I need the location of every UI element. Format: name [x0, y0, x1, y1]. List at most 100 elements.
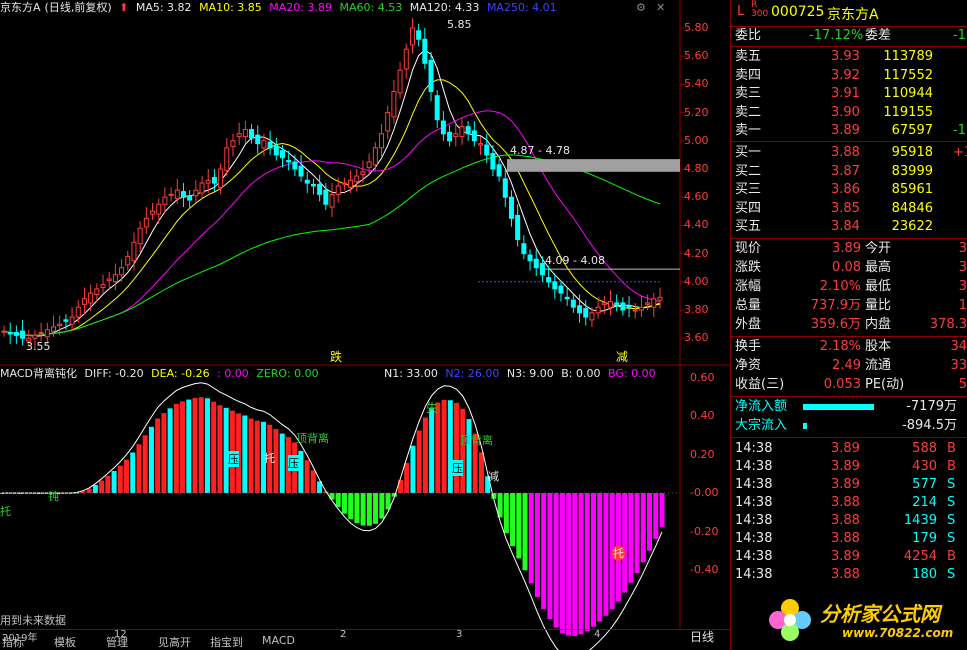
- candle-body: [38, 332, 44, 335]
- macd-tick: -0.40: [690, 563, 719, 576]
- book-row[interactable]: 买二 3.87 83999: [731, 163, 967, 181]
- tick-volume: 180: [912, 567, 937, 582]
- book-row[interactable]: 卖五 3.93 113789: [731, 48, 967, 66]
- candle-body: [162, 196, 168, 205]
- book-label: 买三: [735, 182, 762, 198]
- die-label: 跌: [330, 350, 343, 364]
- candle-body: [577, 305, 583, 314]
- tick-side: S: [947, 477, 956, 492]
- stock-code: 000725: [771, 4, 825, 20]
- candle-body: [416, 30, 422, 40]
- future-data-note: 用到未来数据: [0, 614, 66, 627]
- candle-body: [298, 165, 304, 177]
- stat-value: 3.89: [832, 241, 861, 256]
- macd-label-ya3: 压: [452, 460, 463, 476]
- macd-bar: [105, 475, 111, 493]
- tick-time: 14:38: [735, 441, 773, 456]
- candle-body: [180, 191, 186, 198]
- candle-body: [508, 196, 514, 219]
- book-row[interactable]: 卖四 3.92 117552: [731, 67, 967, 85]
- candle-body: [546, 277, 552, 283]
- trading-window: 京东方A (日线,前复权) ⬆ MA5: 3.82 MA10: 3.85 MA20…: [0, 0, 967, 650]
- book-row[interactable]: 买一 3.88 95918 +1: [731, 144, 967, 162]
- macd-bar: [647, 493, 653, 551]
- book-price: 3.85: [831, 200, 860, 216]
- flow-row: 大宗流入 -894.5万: [731, 417, 967, 435]
- macd-tick: 0.20: [690, 447, 715, 461]
- macd-label-ya1: 压: [228, 451, 239, 467]
- tick-price: 3.89: [831, 477, 860, 492]
- settings-icon[interactable]: ⚙: [636, 1, 648, 14]
- book-row[interactable]: 卖一 3.89 67597 -1: [731, 122, 967, 140]
- candle-body: [428, 59, 434, 92]
- macd-bar: [161, 413, 167, 493]
- candle-body: [533, 258, 539, 269]
- tick-side: S: [947, 513, 956, 528]
- macd-bar: [155, 418, 161, 493]
- candle-body: [156, 203, 162, 215]
- macd-bar: [572, 493, 578, 636]
- tick-price: 3.88: [831, 567, 860, 582]
- arrow-up-icon[interactable]: ⬆: [119, 1, 128, 14]
- candle-body: [143, 217, 149, 228]
- candle-body: [218, 168, 224, 188]
- stat-label: 内盘: [865, 317, 892, 332]
- bottom-tab[interactable]: 见高开: [158, 634, 191, 650]
- macd-tick: -0.20: [690, 524, 719, 538]
- separator: [731, 437, 967, 438]
- macd-bar: [597, 493, 603, 622]
- book-row[interactable]: 卖三 3.91 110944: [731, 85, 967, 103]
- bottom-tab[interactable]: MACD: [262, 634, 295, 647]
- r-icon[interactable]: R 300: [751, 1, 768, 19]
- candle-body: [304, 179, 310, 184]
- candle-body: [255, 134, 261, 145]
- candle-body: [341, 182, 347, 185]
- tick-time: 14:38: [735, 549, 773, 564]
- stat-label: 涨跌: [735, 260, 762, 275]
- candle-body: [539, 262, 545, 276]
- book-label: 卖五: [735, 49, 762, 64]
- tick-side: S: [947, 531, 956, 546]
- stat-row: 净资 2.49 流通 33: [731, 357, 967, 375]
- stat-row: 涨幅 2.10% 最低 3: [731, 278, 967, 296]
- candle-body: [292, 161, 298, 170]
- macd-bar: [298, 450, 304, 493]
- macd-dea: DEA: -0.26: [151, 367, 210, 380]
- price-tick: 4.60: [684, 190, 709, 204]
- book-row[interactable]: 买五 3.84 23622: [731, 218, 967, 236]
- bottom-tab[interactable]: 模板: [54, 634, 76, 650]
- macd-bar: [640, 493, 646, 563]
- book-price: 3.84: [831, 219, 860, 235]
- candle-body: [131, 241, 137, 262]
- period-button[interactable]: 日线: [690, 628, 714, 645]
- book-row[interactable]: 买四 3.85 84846: [731, 200, 967, 218]
- book-label: 卖三: [735, 86, 762, 102]
- macd-bar: [148, 426, 154, 493]
- candle-body: [564, 296, 570, 300]
- book-row[interactable]: 买三 3.86 85961: [731, 181, 967, 199]
- l-icon[interactable]: L: [737, 4, 744, 19]
- candle-body: [310, 184, 316, 187]
- bottom-tab[interactable]: 指宝到: [210, 634, 243, 650]
- macd-tick: -0.00: [690, 486, 719, 499]
- macd-n2: N2: 26.00: [445, 367, 500, 380]
- macd-bar: [211, 401, 217, 493]
- stat-value: 33: [950, 358, 967, 373]
- macd-bar: [130, 452, 136, 493]
- tick-row: 14:38 3.89 430 B: [731, 458, 967, 476]
- macd-legend: MACD背离钝化 DIFF: -0.20 DEA: -0.26 : 0.00 Z…: [0, 367, 323, 381]
- tick-price: 3.88: [831, 531, 860, 546]
- bottom-tab[interactable]: 管理: [106, 634, 128, 650]
- macd-bar: [622, 493, 628, 593]
- price-tick: 3.80: [684, 303, 709, 316]
- macd-bar: [566, 493, 572, 636]
- candle-body: [205, 179, 211, 184]
- candle-body: [57, 323, 63, 327]
- bottom-toolbar: 指标 模板 管理 见高开 指宝到 MACD 日线: [0, 629, 730, 650]
- close-icon[interactable]: ✕: [656, 1, 668, 14]
- flow-bar: [803, 423, 807, 429]
- macd-bar: [136, 444, 142, 493]
- book-row[interactable]: 卖二 3.90 119155: [731, 104, 967, 122]
- tick-volume: 179: [912, 531, 937, 546]
- bottom-tab[interactable]: 指标: [2, 634, 24, 650]
